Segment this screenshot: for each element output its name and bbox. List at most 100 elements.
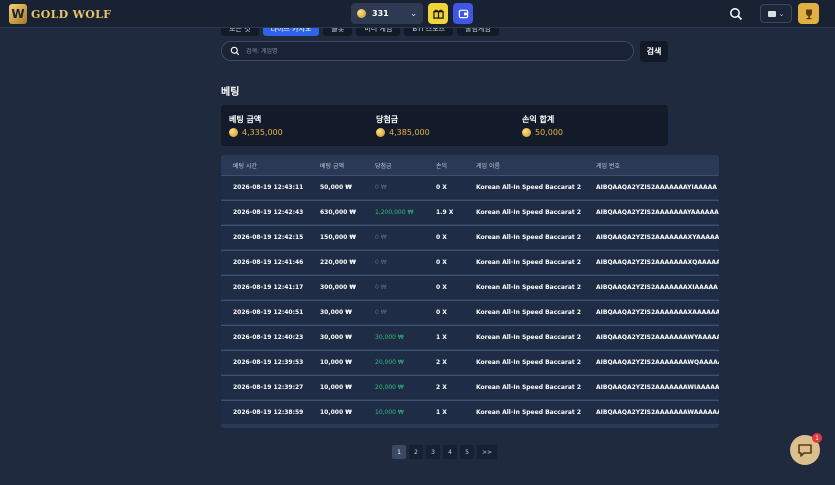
cell-game-id: AIBQAAQA2YZIS2AAAAAAAWQAAAAA: [596, 359, 719, 366]
table-row[interactable]: 2026-08-19 12:42:15 150,000 ₩ 0 ₩ 0 X Ko…: [221, 225, 719, 249]
cell-game-name: Korean All-In Speed Baccarat 2: [476, 334, 582, 341]
cell-pnl: 1 X: [436, 334, 447, 341]
cell-game-name: Korean All-In Speed Baccarat 2: [476, 359, 582, 366]
header-winnings: 당첨금: [375, 162, 392, 170]
cell-bet-amount: 30,000 ₩: [320, 334, 352, 341]
cell-bet-amount: 30,000 ₩: [320, 309, 352, 316]
wallet-button[interactable]: [453, 3, 473, 24]
gift-button[interactable]: [428, 3, 448, 24]
table-row[interactable]: 2026-08-19 12:41:46 220,000 ₩ 0 ₩ 0 X Ko…: [221, 250, 719, 274]
chat-icon: [798, 444, 812, 457]
summary-pnl-value: 50,000: [535, 128, 563, 137]
balance-dropdown[interactable]: 331 ⌄: [351, 3, 423, 24]
table-row[interactable]: 2026-08-19 12:41:17 300,000 ₩ 0 ₩ 0 X Ko…: [221, 275, 719, 299]
trophy-icon: [805, 9, 812, 19]
cell-bet-time: 2026-08-19 12:42:43: [233, 209, 304, 216]
summary-panel: 베팅 금액 4,335,000 당첨금 4,385,000 손익 합계 50,0…: [221, 105, 668, 146]
cell-winnings: 30,000 ₩: [375, 334, 404, 341]
chat-button[interactable]: 1: [790, 433, 822, 465]
cell-bet-amount: 10,000 ₩: [320, 409, 352, 416]
cell-game-id: AIBQAAQA2YZIS2AAAAAAAYAAAAAA: [596, 209, 719, 216]
gift-icon: [432, 9, 444, 19]
wallet-icon: [458, 9, 468, 19]
cell-game-name: Korean All-In Speed Baccarat 2: [476, 284, 582, 291]
summary-bet: 베팅 금액 4,335,000: [229, 114, 283, 137]
page-button-4[interactable]: 4: [443, 445, 457, 459]
cell-bet-amount: 300,000 ₩: [320, 284, 357, 291]
cell-game-name: Korean All-In Speed Baccarat 2: [476, 209, 582, 216]
cell-bet-time: 2026-08-19 12:39:53: [233, 359, 304, 366]
summary-bet-value: 4,335,000: [242, 128, 283, 137]
chevron-down-icon: ⌄: [410, 9, 417, 18]
search-submit-button[interactable]: 검색: [640, 41, 668, 62]
cell-winnings: 0 ₩: [375, 234, 387, 241]
cell-winnings: 0 ₩: [375, 184, 387, 191]
cell-game-name: Korean All-In Speed Baccarat 2: [476, 234, 582, 241]
table-row[interactable]: 2026-08-19 12:39:27 10,000 ₩ 20,000 ₩ 2 …: [221, 375, 719, 399]
cell-pnl: 0 X: [436, 309, 447, 316]
cell-pnl: 2 X: [436, 384, 447, 391]
page-button-1[interactable]: 1: [392, 445, 406, 459]
table-row[interactable]: 2026-08-19 12:40:51 30,000 ₩ 0 ₩ 0 X Kor…: [221, 300, 719, 324]
summary-win: 당첨금 4,385,000: [376, 114, 430, 137]
header-bet-time: 베팅 시간: [233, 162, 257, 170]
cell-game-id: AIBQAAQA2YZIS2AAAAAAAWIAAAAA: [596, 384, 719, 391]
page-title: 베팅: [221, 87, 240, 98]
cell-bet-time: 2026-08-19 12:43:11: [233, 184, 304, 191]
cell-game-name: Korean All-In Speed Baccarat 2: [476, 259, 582, 266]
cell-bet-time: 2026-08-19 12:42:15: [233, 234, 304, 241]
next-page-button[interactable]: >>: [477, 445, 497, 459]
cell-bet-time: 2026-08-19 12:41:46: [233, 259, 304, 266]
page-button-3[interactable]: 3: [426, 445, 440, 459]
summary-win-label: 당첨금: [376, 115, 399, 124]
chevron-down-icon: ⌄: [778, 9, 785, 18]
cell-game-name: Korean All-In Speed Baccarat 2: [476, 309, 582, 316]
cell-pnl: 1.9 X: [436, 209, 454, 216]
cell-game-id: AIBQAAQA2YZIS2AAAAAAAXIAAAAA: [596, 284, 718, 291]
summary-bet-label: 베팅 금액: [229, 115, 262, 124]
table-row[interactable]: 2026-08-19 12:40:23 30,000 ₩ 30,000 ₩ 1 …: [221, 325, 719, 349]
coin-icon: [522, 128, 531, 137]
cell-game-name: Korean All-In Speed Baccarat 2: [476, 384, 582, 391]
trophy-button[interactable]: [798, 3, 819, 24]
cell-winnings: 0 ₩: [375, 284, 387, 291]
table-row[interactable]: 2026-08-19 12:43:11 50,000 ₩ 0 ₩ 0 X Kor…: [221, 175, 719, 199]
coin-icon: [357, 9, 366, 18]
table-row[interactable]: 2026-08-19 12:42:43 630,000 ₩ 1,200,000 …: [221, 200, 719, 224]
balance-value: 331: [372, 9, 389, 18]
cell-pnl: 1 X: [436, 409, 447, 416]
cell-bet-time: 2026-08-19 12:38:59: [233, 409, 304, 416]
cell-bet-amount: 150,000 ₩: [320, 234, 357, 241]
pagination: 1 2 3 4 5 >>: [392, 445, 497, 459]
cell-game-name: Korean All-In Speed Baccarat 2: [476, 184, 582, 191]
coin-icon: [229, 128, 238, 137]
table-row[interactable]: 2026-08-19 12:39:53 10,000 ₩ 20,000 ₩ 2 …: [221, 350, 719, 374]
table-header: 베팅 시간 베팅 금액 당첨금 손익 게임 이름 게임 번호: [221, 155, 719, 175]
top-bar: W GOLD WOLF 331 ⌄ ⌄: [0, 0, 835, 28]
cell-winnings: 20,000 ₩: [375, 359, 404, 366]
language-selector[interactable]: ⌄: [760, 4, 792, 23]
logo-text: GOLD WOLF: [31, 7, 112, 21]
page-button-2[interactable]: 2: [409, 445, 423, 459]
search-button[interactable]: [729, 6, 745, 22]
cell-game-id: AIBQAAQA2YZIS2AAAAAAAYIAAAAA: [596, 184, 717, 191]
cell-game-id: AIBQAAQA2YZIS2AAAAAAAWAAAAAA: [596, 409, 719, 416]
cell-bet-amount: 630,000 ₩: [320, 209, 357, 216]
cell-pnl: 0 X: [436, 259, 447, 266]
cell-game-id: AIBQAAQA2YZIS2AAAAAAAXQAAAAA: [596, 259, 719, 266]
cell-game-name: Korean All-In Speed Baccarat 2: [476, 409, 582, 416]
cell-bet-time: 2026-08-19 12:40:51: [233, 309, 304, 316]
table-row[interactable]: 2026-08-19 12:38:59 10,000 ₩ 10,000 ₩ 1 …: [221, 400, 719, 424]
page-button-5[interactable]: 5: [460, 445, 474, 459]
cell-winnings: 0 ₩: [375, 259, 387, 266]
search-input[interactable]: [246, 47, 616, 55]
cell-game-id: AIBQAAQA2YZIS2AAAAAAAWYAAAAA: [596, 334, 719, 341]
search-icon: [730, 8, 743, 21]
search-box: [221, 41, 634, 61]
cell-bet-amount: 10,000 ₩: [320, 384, 352, 391]
cell-winnings: 20,000 ₩: [375, 384, 404, 391]
wolf-logo-icon: W: [9, 4, 27, 24]
cell-winnings: 0 ₩: [375, 309, 387, 316]
summary-win-value-row: 4,385,000: [376, 128, 430, 137]
logo[interactable]: W GOLD WOLF: [9, 4, 111, 24]
